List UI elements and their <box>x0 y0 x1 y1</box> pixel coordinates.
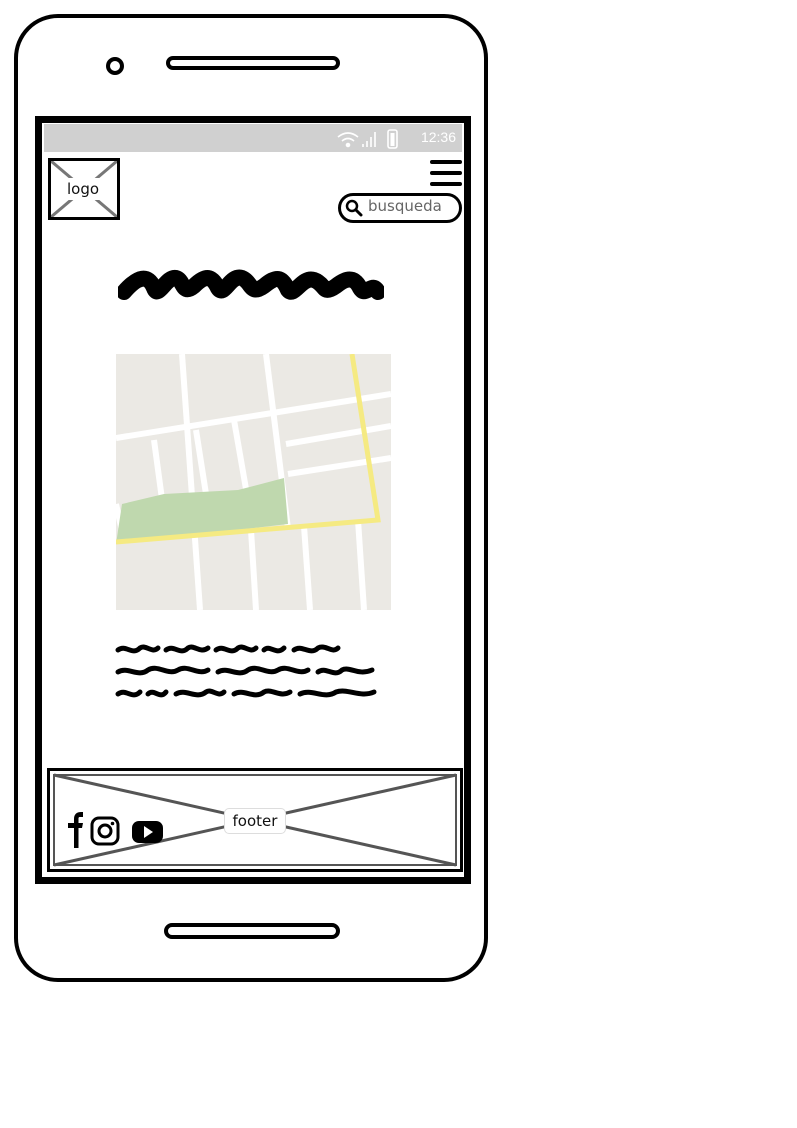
youtube-icon <box>132 821 163 843</box>
status-icons <box>337 129 398 149</box>
logo-label: logo <box>60 178 106 200</box>
battery-icon <box>387 129 398 149</box>
map-image[interactable] <box>116 354 391 610</box>
wifi-icon <box>337 132 359 148</box>
phone-speaker <box>166 56 340 70</box>
map-graphic <box>116 354 391 610</box>
paragraph-scribble <box>115 644 377 698</box>
hamburger-menu-icon[interactable] <box>430 160 462 188</box>
social-icons <box>68 812 163 848</box>
home-button[interactable] <box>164 923 340 939</box>
title-scribble <box>118 269 384 300</box>
signal-icon <box>362 132 376 147</box>
footer-label: footer <box>224 808 286 834</box>
facebook-icon <box>68 812 83 848</box>
status-bar: 12:36 <box>44 124 462 152</box>
status-time: 12:36 <box>420 129 456 145</box>
front-camera <box>106 57 124 75</box>
search-placeholder: busqueda <box>368 197 442 215</box>
search-icon <box>345 199 363 217</box>
instagram-icon <box>90 816 120 846</box>
